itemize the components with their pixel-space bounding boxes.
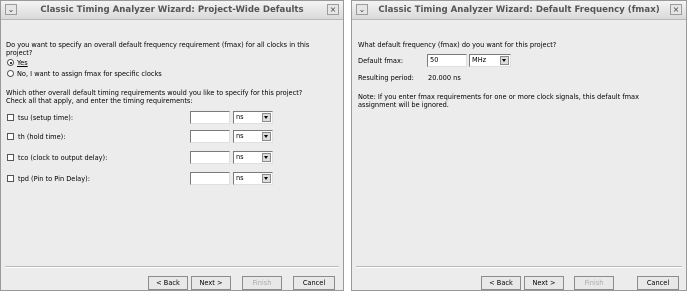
back-button[interactable]: < Back	[148, 276, 188, 290]
th-checkbox[interactable]	[7, 133, 14, 140]
title-bar[interactable]: ⌄ Classic Timing Analyzer Wizard: Defaul…	[352, 1, 686, 20]
window-title: Classic Timing Analyzer Wizard: Project-…	[40, 5, 304, 15]
tpd-checkbox[interactable]	[7, 175, 14, 182]
dropdown-arrow-icon[interactable]	[500, 56, 509, 65]
default-fmax-label: Default fmax:	[358, 57, 404, 65]
tco-input[interactable]	[190, 151, 230, 164]
resulting-period-value: 20.000 ns	[428, 74, 461, 82]
cancel-button[interactable]: Cancel	[637, 276, 679, 290]
title-bar[interactable]: ⌄ Classic Timing Analyzer Wizard: Projec…	[1, 1, 343, 20]
tco-unit-value: ns	[236, 153, 244, 161]
back-button[interactable]: < Back	[481, 276, 521, 290]
tsu-input[interactable]	[190, 111, 230, 124]
th-label[interactable]: th (hold time):	[18, 133, 65, 141]
finish-button[interactable]: Finish	[242, 276, 282, 290]
button-separator	[356, 266, 682, 268]
other-requirements-line1: Which other overall default timing requi…	[6, 89, 303, 97]
tsu-label[interactable]: tsu (setup time):	[18, 114, 73, 122]
dropdown-arrow-icon[interactable]	[262, 153, 271, 162]
default-fmax-input[interactable]: 50	[427, 54, 467, 67]
tsu-unit-select[interactable]: ns	[233, 111, 273, 124]
tsu-unit-value: ns	[236, 113, 244, 121]
radio-yes-label[interactable]: Yes	[17, 59, 28, 67]
default-frequency-window: ⌄ Classic Timing Analyzer Wizard: Defaul…	[351, 0, 687, 291]
next-button[interactable]: Next >	[524, 276, 564, 290]
radio-no[interactable]	[7, 70, 14, 77]
next-button[interactable]: Next >	[191, 276, 231, 290]
radio-no-label[interactable]: No, I want to assign fmax for specific c…	[17, 70, 162, 78]
close-icon[interactable]: ×	[327, 4, 339, 15]
radio-yes[interactable]	[7, 59, 14, 66]
dropdown-arrow-icon[interactable]	[262, 113, 271, 122]
window-title: Classic Timing Analyzer Wizard: Default …	[378, 5, 660, 15]
wizard-page: Do you want to specify an overall defaul…	[1, 20, 343, 290]
tco-checkbox[interactable]	[7, 154, 14, 161]
other-requirements-line2: Check all that apply, and enter the timi…	[6, 97, 193, 105]
th-input[interactable]	[190, 130, 230, 143]
dropdown-arrow-icon[interactable]	[262, 132, 271, 141]
fmax-unit-value: MHz	[472, 56, 487, 64]
window-gap	[344, 0, 351, 293]
note-line1: Note: If you enter fmax requirements for…	[358, 93, 640, 101]
tpd-unit-value: ns	[236, 174, 244, 182]
note-line2: assignment will be ignored.	[358, 101, 449, 109]
tpd-label[interactable]: tpd (Pin to Pin Delay):	[18, 175, 90, 183]
th-unit-select[interactable]: ns	[233, 130, 273, 143]
fmax-question: What default frequency (fmax) do you wan…	[358, 41, 557, 49]
wizard-page: What default frequency (fmax) do you wan…	[352, 20, 686, 290]
dropdown-arrow-icon[interactable]	[262, 174, 271, 183]
cancel-button[interactable]: Cancel	[293, 276, 335, 290]
tco-label[interactable]: tco (clock to output delay):	[18, 154, 107, 162]
tpd-input[interactable]	[190, 172, 230, 185]
button-separator	[5, 266, 339, 268]
tco-unit-select[interactable]: ns	[233, 151, 273, 164]
th-unit-value: ns	[236, 132, 244, 140]
tsu-checkbox[interactable]	[7, 114, 14, 121]
tpd-unit-select[interactable]: ns	[233, 172, 273, 185]
close-icon[interactable]: ×	[670, 4, 682, 15]
project-wide-defaults-window: ⌄ Classic Timing Analyzer Wizard: Projec…	[0, 0, 344, 291]
fmax-question-line1: Do you want to specify an overall defaul…	[6, 41, 310, 49]
fmax-question-line2: project?	[6, 49, 33, 57]
finish-button[interactable]: Finish	[574, 276, 614, 290]
resulting-period-label: Resulting period:	[358, 74, 414, 82]
fmax-unit-select[interactable]: MHz	[469, 54, 511, 67]
